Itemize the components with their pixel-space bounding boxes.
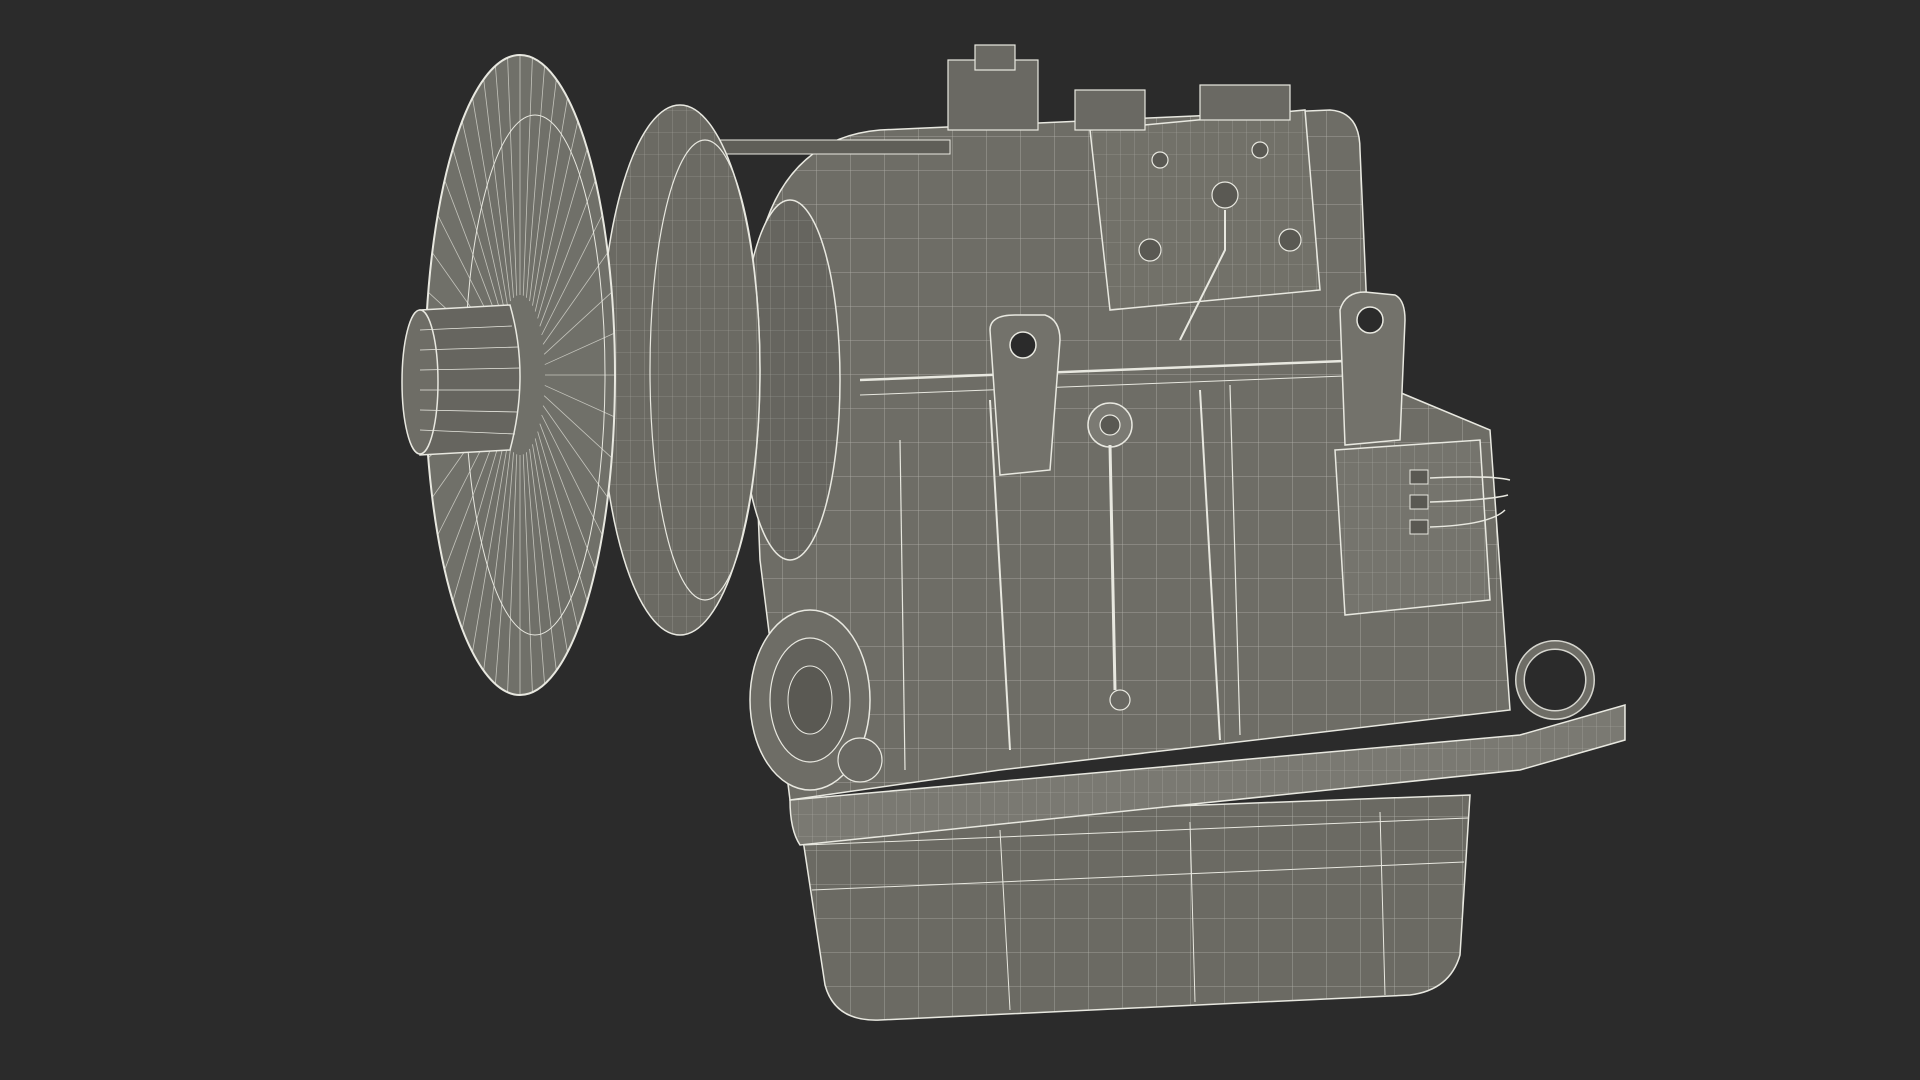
coupling-flange <box>599 104 761 636</box>
lifting-eye-right <box>1339 291 1406 446</box>
render-viewport <box>0 0 1920 1080</box>
lifting-ring-right <box>1515 640 1595 720</box>
gearbox-render <box>401 44 1626 1021</box>
lifting-eye-left <box>989 314 1061 476</box>
input-shaft-hub <box>401 304 521 456</box>
